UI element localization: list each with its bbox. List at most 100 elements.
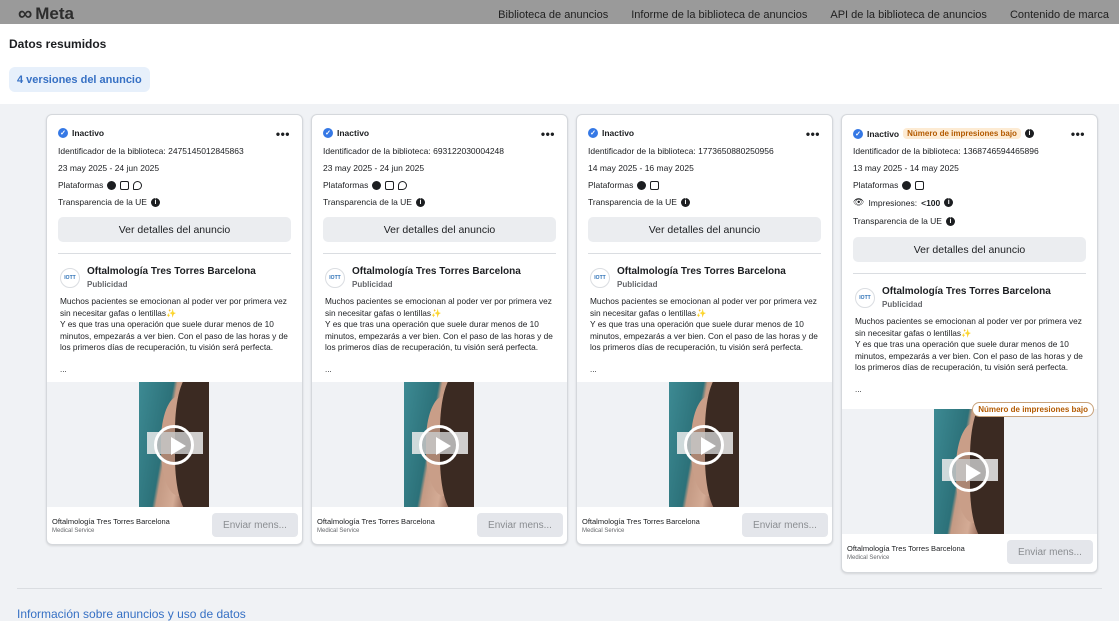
ad-video-thumbnail[interactable] (934, 409, 1004, 534)
advertiser-name[interactable]: Oftalmología Tres Torres Barcelona (352, 266, 521, 277)
platforms-label: Plataformas (323, 180, 369, 190)
meta-logo[interactable]: ∞ Meta (18, 4, 74, 24)
advertiser-avatar[interactable]: IOTT (855, 288, 875, 308)
ad-versions-gallery: ✓ Inactivo ••• Identificador de la bibli… (0, 104, 1119, 621)
nav-ad-library[interactable]: Biblioteca de anuncios (498, 9, 608, 21)
cta-page-name: Oftalmología Tres Torres Barcelona (317, 517, 435, 526)
nav-ad-library-api[interactable]: API de la biblioteca de anuncios (830, 9, 987, 21)
run-dates: 23 may 2025 - 24 jun 2025 (323, 163, 425, 173)
info-icon[interactable]: i (415, 197, 425, 207)
nav-ad-library-report[interactable]: Informe de la biblioteca de anuncios (631, 9, 807, 21)
library-id: Identificador de la biblioteca: 17736508… (588, 146, 774, 156)
library-id: Identificador de la biblioteca: 24751450… (58, 146, 244, 156)
ad-video-thumbnail[interactable] (139, 382, 209, 507)
more-options-icon[interactable]: ••• (1071, 127, 1085, 141)
advertiser-name[interactable]: Oftalmología Tres Torres Barcelona (882, 286, 1051, 297)
nav-branded-content[interactable]: Contenido de marca (1010, 9, 1109, 21)
top-bar: ∞ Meta Biblioteca de anuncios Informe de… (0, 0, 1119, 24)
platforms-row: Plataformas (588, 180, 660, 190)
low-impressions-badge: Número de impresiones bajo (903, 128, 1021, 139)
cta-page-name: Oftalmología Tres Torres Barcelona (52, 517, 170, 526)
advertiser-name[interactable]: Oftalmología Tres Torres Barcelona (617, 266, 786, 277)
ad-media (312, 382, 567, 507)
status-check-icon: ✓ (58, 128, 68, 138)
instagram-icon (650, 180, 660, 190)
ad-body-text: Muchos pacientes se emocionan al poder v… (325, 296, 557, 354)
more-options-icon[interactable]: ••• (276, 127, 290, 141)
advertiser-avatar[interactable]: IOTT (590, 268, 610, 288)
platforms-row: Plataformas (58, 180, 143, 190)
send-message-button[interactable]: Enviar mens... (1007, 540, 1093, 564)
ad-body-text: Muchos pacientes se emocionan al poder v… (590, 296, 822, 354)
more-options-icon[interactable]: ••• (806, 127, 820, 141)
platforms-row: Plataformas (853, 180, 925, 190)
play-icon[interactable] (154, 424, 194, 465)
transparency-label: Transparencia de la UE (58, 197, 147, 207)
status-row: ✓ Inactivo Número de impresiones bajo i (853, 128, 1034, 139)
sponsored-label: Publicidad (352, 280, 393, 289)
see-more-ellipsis[interactable]: ... (855, 385, 862, 394)
status-check-icon: ✓ (323, 128, 333, 138)
status-label: Inactivo (867, 128, 900, 139)
info-icon[interactable]: i (1024, 129, 1034, 138)
ad-video-thumbnail[interactable] (404, 382, 474, 507)
see-more-ellipsis[interactable]: ... (60, 365, 67, 374)
view-ad-details-button[interactable]: Ver detalles del anuncio (588, 217, 821, 242)
transparency-row: Transparencia de la UE i (58, 197, 160, 207)
divider (58, 253, 291, 254)
info-icon[interactable]: i (680, 197, 690, 207)
play-icon[interactable] (684, 424, 724, 465)
ad-body-line: Muchos pacientes se emocionan al poder v… (60, 296, 287, 318)
more-options-icon[interactable]: ••• (541, 127, 555, 141)
sponsored-label: Publicidad (882, 300, 923, 309)
send-message-button[interactable]: Enviar mens... (212, 513, 298, 537)
transparency-label: Transparencia de la UE (853, 216, 942, 226)
modal-title: Datos resumidos (9, 37, 107, 51)
info-icon[interactable]: i (150, 197, 160, 207)
ad-video-thumbnail[interactable] (669, 382, 739, 507)
ad-info-data-use-link[interactable]: Información sobre anuncios y uso de dato… (17, 607, 246, 621)
advertiser-name[interactable]: Oftalmología Tres Torres Barcelona (87, 266, 256, 277)
see-more-ellipsis[interactable]: ... (590, 365, 597, 374)
status-label: Inactivo (602, 128, 635, 138)
cta-page-category: Medical Service (582, 528, 625, 534)
instagram-icon (120, 180, 130, 190)
cta-page-category: Medical Service (52, 528, 95, 534)
info-icon[interactable]: i (944, 198, 954, 207)
library-id: Identificador de la biblioteca: 13687465… (853, 146, 1039, 156)
view-ad-details-button[interactable]: Ver detalles del anuncio (58, 217, 291, 242)
status-label: Inactivo (72, 128, 105, 138)
view-ad-details-button[interactable]: Ver detalles del anuncio (853, 237, 1086, 262)
ad-body-line: Muchos pacientes se emocionan al poder v… (325, 296, 552, 318)
status-label: Inactivo (337, 128, 370, 138)
play-icon[interactable] (949, 451, 989, 492)
ad-media (842, 409, 1097, 534)
cta-page-name: Oftalmología Tres Torres Barcelona (582, 517, 700, 526)
info-icon[interactable]: i (945, 216, 955, 226)
advertiser-avatar[interactable]: IOTT (325, 268, 345, 288)
footer-divider (17, 588, 1102, 589)
ad-body-line: Y es que tras una operación que suele du… (855, 339, 1083, 372)
sponsored-label: Publicidad (617, 280, 658, 289)
platforms-row: Plataformas (323, 180, 408, 190)
messenger-icon (398, 180, 408, 190)
versions-tab[interactable]: 4 versiones del anuncio (9, 67, 150, 92)
transparency-row: Transparencia de la UE i (588, 197, 690, 207)
send-message-button[interactable]: Enviar mens... (477, 513, 563, 537)
ad-card: ✓ Inactivo Número de impresiones bajo i … (841, 114, 1098, 573)
play-icon[interactable] (419, 424, 459, 465)
run-dates: 23 may 2025 - 24 jun 2025 (58, 163, 160, 173)
status-check-icon: ✓ (853, 128, 863, 139)
send-message-button[interactable]: Enviar mens... (742, 513, 828, 537)
status-row: ✓ Inactivo (58, 128, 104, 138)
transparency-label: Transparencia de la UE (323, 197, 412, 207)
run-dates: 14 may 2025 - 16 may 2025 (588, 163, 694, 173)
ad-media (577, 382, 832, 507)
view-ad-details-button[interactable]: Ver detalles del anuncio (323, 217, 556, 242)
run-dates: 13 may 2025 - 14 may 2025 (853, 163, 959, 173)
advertiser-avatar[interactable]: IOTT (60, 268, 80, 288)
platforms-label: Plataformas (853, 180, 899, 190)
facebook-icon (637, 180, 647, 190)
see-more-ellipsis[interactable]: ... (325, 365, 332, 374)
ad-media (47, 382, 302, 507)
